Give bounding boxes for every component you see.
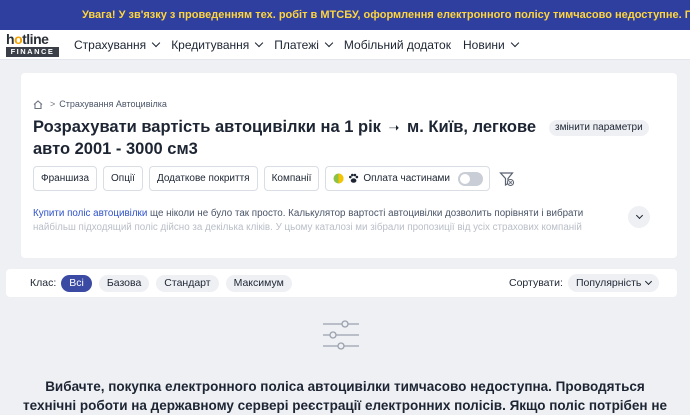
class-filter-bar: Клас: Всі Базова Стандарт Максимум Сорту… xyxy=(6,269,677,297)
class-chip-maximum[interactable]: Максимум xyxy=(225,274,292,292)
installments-logo-icon xyxy=(333,173,344,184)
page-title: Розрахувати вартість автоцивілки на 1 рі… xyxy=(33,118,537,158)
chevron-down-icon xyxy=(324,38,334,47)
chevron-down-icon xyxy=(151,38,161,47)
chevron-down-icon xyxy=(510,38,519,47)
logo-bottom-text: FINANCE xyxy=(6,46,59,57)
sliders-icon xyxy=(323,320,359,350)
description-text: Купити поліс автоцивілки ще ніколи не бу… xyxy=(33,208,584,233)
installments-toggle[interactable] xyxy=(458,171,484,186)
nav-item-news[interactable]: Новини xyxy=(463,38,519,52)
nav-item-insurance[interactable]: Страхування xyxy=(74,38,161,52)
change-params-button[interactable]: змінити параметри xyxy=(549,120,649,136)
nav-item-payments[interactable]: Платежі xyxy=(274,38,334,52)
logo-top-text: hotline xyxy=(6,30,49,47)
class-label: Клас: xyxy=(30,277,57,289)
chevron-down-icon xyxy=(255,38,264,47)
class-chip-all[interactable]: Всі xyxy=(61,274,92,292)
banner-text: Увага! У зв'язку з проведенням тех. робі… xyxy=(82,9,690,21)
home-icon[interactable] xyxy=(33,99,43,109)
breadcrumb-separator: > xyxy=(50,99,56,109)
buy-policy-link[interactable]: Купити поліс автоцивілки xyxy=(33,208,147,219)
franchise-filter-button[interactable]: Франшиза xyxy=(33,166,98,191)
installments-label: Оплата частинами xyxy=(363,173,451,184)
chevron-down-icon xyxy=(645,277,653,286)
nav-item-credit[interactable]: Кредитування xyxy=(171,38,264,52)
unavailable-message: Вибачте, покупка електронного поліса авт… xyxy=(23,379,667,413)
arrow-right-icon: ➝ xyxy=(388,121,400,136)
breadcrumb-item[interactable]: Страхування Автоцивілка xyxy=(59,99,167,109)
top-navigation: hotline FINANCE Страхування Кредитування… xyxy=(0,30,690,60)
options-filter-button[interactable]: Опції xyxy=(103,166,143,191)
expand-description-button[interactable] xyxy=(628,206,650,228)
maintenance-banner: Увага! У зв'язку з проведенням тех. робі… xyxy=(0,0,690,30)
filter-row: Франшиза Опції Додаткове покриття Компан… xyxy=(33,166,515,191)
extra-coverage-filter-button[interactable]: Додаткове покриття xyxy=(148,166,258,191)
paw-icon xyxy=(349,173,359,183)
sort-label: Сортувати: xyxy=(509,277,563,289)
calculator-card: > Страхування Автоцивілка Розрахувати ва… xyxy=(21,73,677,258)
companies-filter-button[interactable]: Компанії xyxy=(263,166,320,191)
chevron-down-icon xyxy=(635,211,643,220)
main-menu: Страхування Кредитування Платежі Мобільн… xyxy=(74,38,530,52)
class-chip-standard[interactable]: Стандарт xyxy=(156,274,219,292)
sort-dropdown[interactable]: Популярність xyxy=(568,274,660,292)
class-chip-basic[interactable]: Базова xyxy=(98,274,150,292)
clear-filters-icon[interactable] xyxy=(499,171,515,187)
hotline-finance-logo[interactable]: hotline FINANCE xyxy=(6,30,60,58)
breadcrumb: > Страхування Автоцивілка xyxy=(33,99,167,109)
installments-filter[interactable]: Оплата частинами xyxy=(325,166,491,191)
nav-item-mobile-app[interactable]: Мобільний додаток xyxy=(344,38,451,52)
